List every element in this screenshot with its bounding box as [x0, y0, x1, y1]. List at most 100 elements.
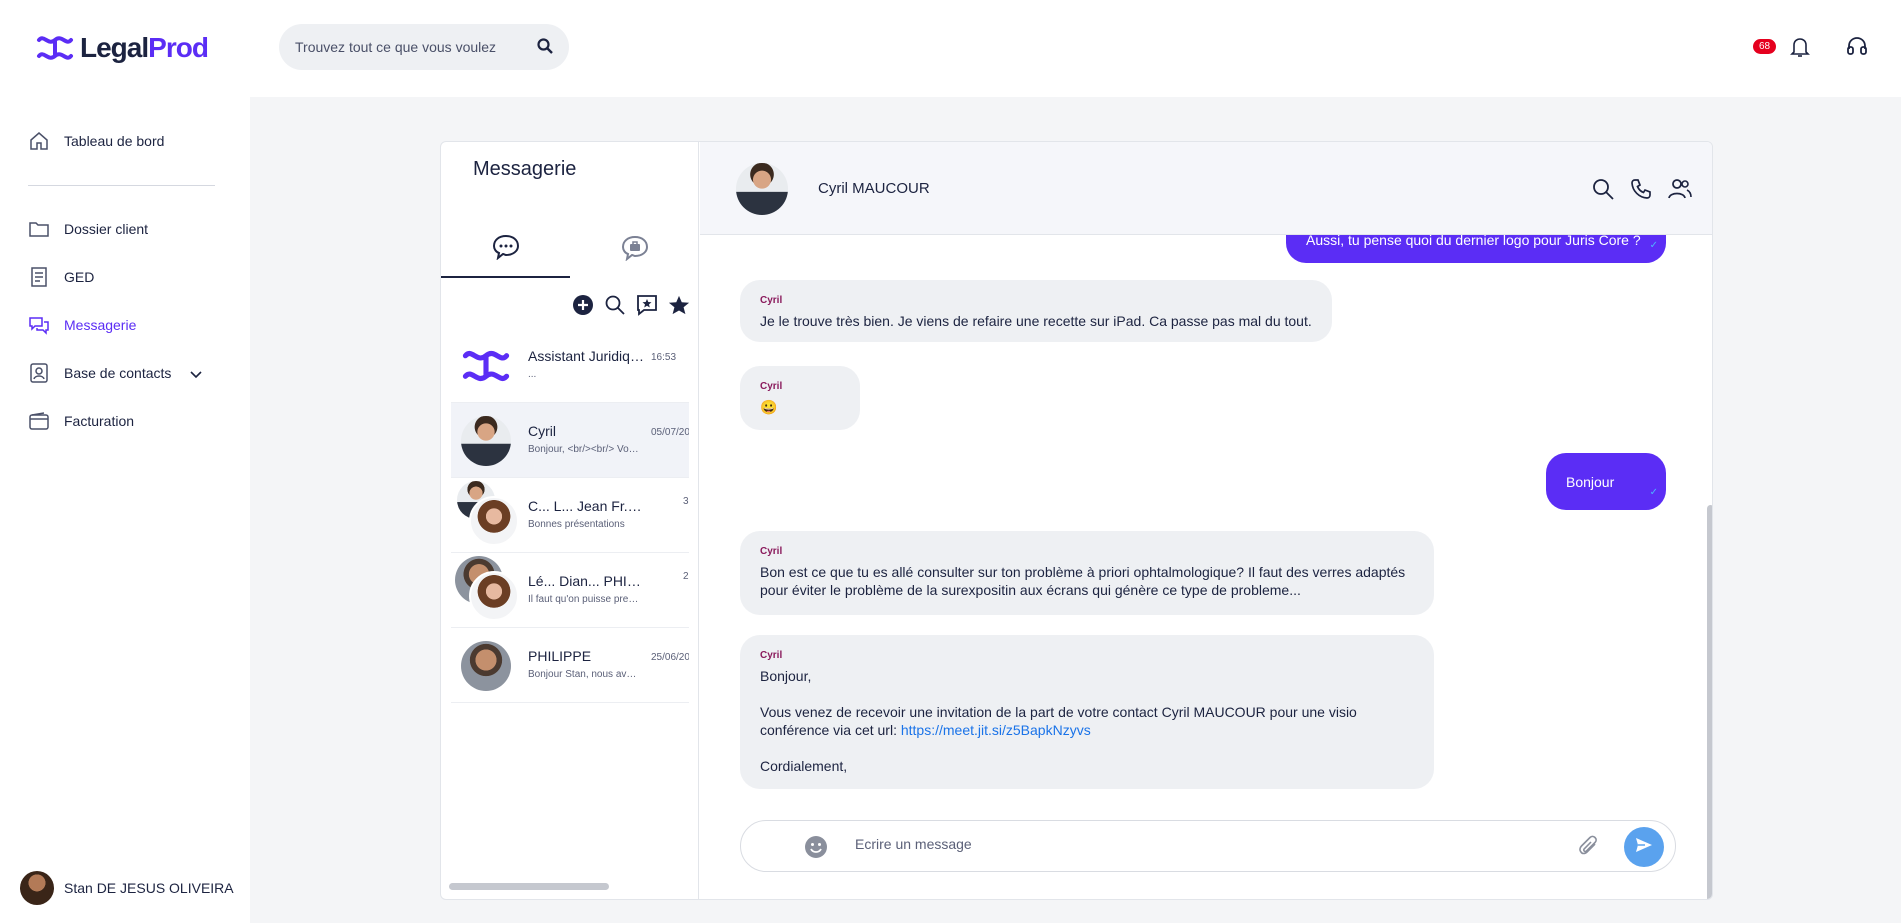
- logo-icon: [37, 36, 73, 60]
- user-profile[interactable]: Stan DE JESUS OLIVEIRA: [20, 871, 234, 905]
- conversation-name: PHILIPPE: [528, 648, 592, 664]
- new-message-icon[interactable]: [636, 294, 658, 316]
- assistant-logo-icon: [461, 341, 511, 391]
- avatar: [736, 163, 788, 215]
- sidebar-item-label: Base de contacts: [64, 365, 172, 381]
- contacts-icon: [28, 362, 50, 384]
- message-text: Aussi, tu pense quoi du dernier logo pou…: [1306, 235, 1641, 248]
- message-text: Bonjour: [1566, 474, 1615, 490]
- message-sender: Cyril: [760, 295, 783, 306]
- message-greeting: Bonjour,: [760, 668, 812, 684]
- message-sender: Cyril: [760, 546, 783, 557]
- conversation-name: Lé... Dian... PHILIPP...: [528, 573, 644, 589]
- sidebar-item-label: Dossier client: [64, 221, 149, 237]
- avatar: [20, 871, 54, 905]
- conversation-list: Assistant Juridique ... 16:53 Cyril Bonj…: [451, 328, 689, 703]
- list-item[interactable]: Cyril Bonjour, <br/><br/> Vous venez de …: [451, 403, 689, 478]
- avatar: [461, 416, 511, 466]
- chat-area: Cyril MAUCOUR Aussi, tu pense quoi du de…: [700, 142, 1712, 899]
- search-icon[interactable]: [604, 294, 626, 316]
- conversation-column: Messagerie Assistant Juridique ... 16:53: [441, 142, 699, 899]
- message-list: Aussi, tu pense quoi du dernier logo pou…: [700, 235, 1712, 813]
- visio-link[interactable]: https://meet.jit.si/z5BapkNzyvs: [901, 722, 1091, 738]
- contact-name: Cyril MAUCOUR: [818, 180, 930, 197]
- participants-icon[interactable]: [1668, 178, 1692, 205]
- page-title: Messagerie: [473, 158, 577, 180]
- conversation-preview: Bonjour Stan, nous avons: [528, 669, 640, 680]
- message-sender: Cyril: [760, 381, 783, 392]
- user-name: Stan DE JESUS OLIVEIRA: [64, 880, 234, 896]
- conversation-name: Assistant Juridique: [528, 348, 644, 364]
- search-icon[interactable]: [1592, 178, 1614, 205]
- read-check-icon: ✓: [1649, 240, 1658, 251]
- vertical-scrollbar[interactable]: [1707, 505, 1712, 899]
- folder-icon: [28, 218, 50, 240]
- sidebar-divider: [28, 185, 215, 186]
- message-sender: Cyril: [760, 650, 783, 661]
- message-composer: [740, 820, 1676, 872]
- home-icon: [28, 130, 50, 152]
- emoji-icon[interactable]: [804, 835, 828, 864]
- list-item[interactable]: PHILIPPE Bonjour Stan, nous avons 25/06/…: [451, 628, 689, 703]
- logo-text-legal: Legal: [80, 32, 149, 63]
- wallet-icon: [28, 410, 50, 432]
- chat-bubble-icon: [492, 234, 520, 265]
- phone-icon[interactable]: [1630, 178, 1652, 205]
- headset-icon[interactable]: [1846, 36, 1868, 63]
- sidebar-item-label: GED: [64, 269, 95, 285]
- chat-header: Cyril MAUCOUR: [700, 142, 1712, 235]
- add-conversation-button[interactable]: [572, 294, 594, 316]
- search-bar: [279, 24, 569, 70]
- document-icon: [28, 266, 50, 288]
- topbar: 68: [250, 0, 1901, 97]
- chevron-down-icon[interactable]: [190, 366, 202, 382]
- briefcase-chat-icon: [621, 235, 649, 266]
- logo-text: LegalProd: [80, 32, 209, 64]
- message-text: Vous venez de recevoir une invitation de…: [760, 703, 1414, 739]
- notification-badge: 68: [1753, 39, 1777, 54]
- paperclip-icon[interactable]: [1578, 834, 1600, 863]
- message-closing: Cordialement,: [760, 758, 848, 774]
- sidebar-item-label: Messagerie: [64, 317, 137, 333]
- sidebar-item-messagerie[interactable]: Messagerie: [28, 312, 228, 338]
- sidebar-item-tableau-de-bord[interactable]: Tableau de bord: [28, 128, 228, 154]
- search-icon[interactable]: [537, 37, 553, 57]
- send-button[interactable]: [1624, 827, 1664, 867]
- star-icon[interactable]: [668, 294, 690, 316]
- avatar: [469, 571, 519, 621]
- list-item[interactable]: Assistant Juridique ... 16:53: [451, 328, 689, 403]
- message-input[interactable]: [855, 836, 1555, 852]
- send-icon: [1635, 837, 1653, 858]
- tab-groups[interactable]: [570, 222, 699, 278]
- message-bubble-incoming: Cyril Je le trouve très bien. Je viens d…: [740, 280, 1332, 342]
- sidebar-item-dossier-client[interactable]: Dossier client: [28, 216, 228, 242]
- message-text: Bon est ce que tu es allé consulter sur …: [760, 564, 1406, 598]
- horizontal-scrollbar[interactable]: [449, 883, 609, 890]
- sidebar-item-ged[interactable]: GED: [28, 264, 228, 290]
- sidebar-item-facturation[interactable]: Facturation: [28, 408, 228, 434]
- message-bubble-incoming: Cyril 😀: [740, 366, 860, 430]
- message-bubble-incoming: Cyril Bonjour, Vous venez de recevoir un…: [740, 635, 1434, 789]
- message-bubble-outgoing: Bonjour ✓: [1546, 453, 1666, 510]
- bell-icon[interactable]: [1790, 36, 1810, 63]
- tab-chats[interactable]: [441, 222, 570, 278]
- list-item[interactable]: Lé... Dian... PHILIPP... Il faut qu'on p…: [451, 553, 689, 628]
- chat-icon: [28, 314, 50, 336]
- avatar: [461, 641, 511, 691]
- message-text: 😀: [760, 399, 778, 415]
- search-input[interactable]: [295, 39, 537, 55]
- conversation-name: C... L... Jean Fr... Jea...: [528, 498, 644, 514]
- conversation-time: 16:53: [651, 352, 677, 363]
- sidebar-item-label: Tableau de bord: [64, 133, 165, 149]
- logo[interactable]: LegalProd: [36, 32, 209, 64]
- sidebar: LegalProd Tableau de bord Dossier client…: [0, 0, 250, 923]
- conversation-preview: Bonjour, <br/><br/> Vous venez de recevo…: [528, 444, 640, 455]
- conversation-time: 25/06/2024: [651, 652, 689, 663]
- message-bubble-outgoing: Aussi, tu pense quoi du dernier logo pou…: [1286, 235, 1666, 263]
- conversation-tabs: [441, 222, 699, 278]
- sidebar-item-base-de-contacts[interactable]: Base de contacts: [28, 360, 228, 386]
- message-bubble-incoming: Cyril Bon est ce que tu es allé consulte…: [740, 531, 1434, 615]
- conversation-name: Cyril: [528, 423, 556, 439]
- list-item[interactable]: C... L... Jean Fr... Jea... Bonnes prése…: [451, 478, 689, 553]
- sidebar-item-label: Facturation: [64, 413, 135, 429]
